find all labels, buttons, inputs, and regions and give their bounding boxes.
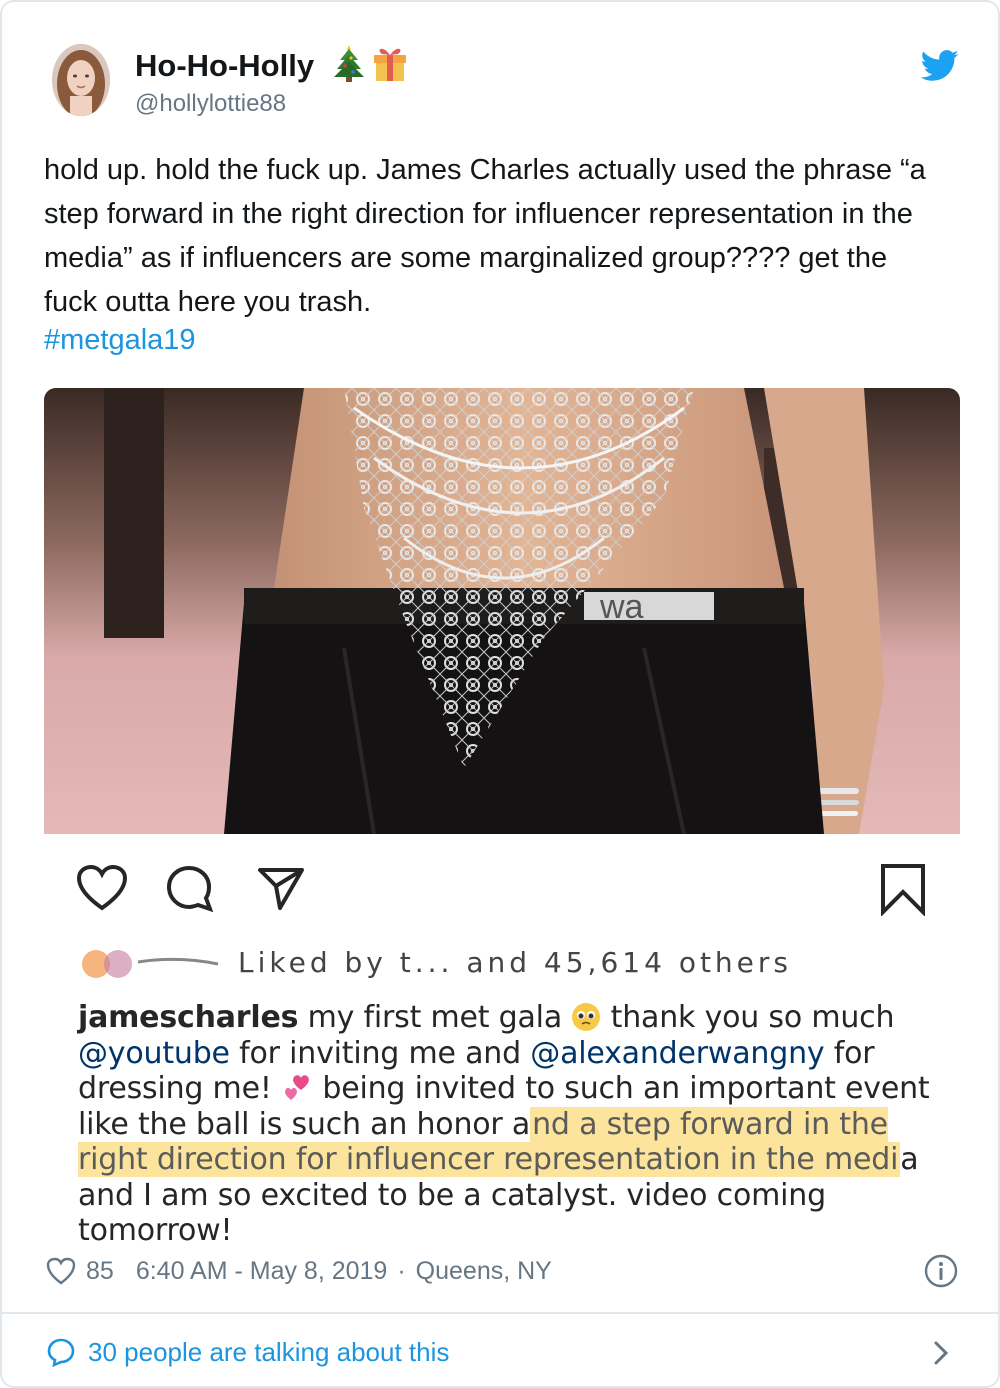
caption-part2: thank you so much	[601, 1000, 895, 1035]
caption-part1: my first met gala	[298, 1000, 572, 1035]
tweet-photo[interactable]: wa	[44, 388, 960, 834]
belt-logo-text: wa	[599, 588, 644, 626]
conversation-link[interactable]: 30 people are talking about this	[46, 1332, 449, 1372]
comment-icon[interactable]	[164, 864, 214, 912]
footer-divider	[2, 1312, 998, 1314]
pleading-face-emoji-icon	[572, 1003, 601, 1031]
like-heart-icon[interactable]	[46, 1257, 76, 1285]
info-icon[interactable]	[924, 1254, 958, 1288]
heart-icon[interactable]	[76, 864, 128, 912]
twitter-bird-icon[interactable]	[920, 50, 960, 82]
caption-part3: for inviting me and	[229, 1035, 531, 1071]
caption-mention-alexanderwangny[interactable]: @alexanderwangny	[530, 1036, 824, 1071]
bookmark-icon[interactable]	[878, 862, 928, 916]
meta-separator: ·	[397, 1256, 406, 1285]
two-hearts-emoji-icon	[285, 1075, 309, 1100]
hashtag-link[interactable]: #metgala19	[44, 324, 196, 357]
gift-icon	[374, 48, 406, 81]
tweet-card: Ho-Ho-Holly @hollylottie88 hold up. hold…	[0, 0, 1000, 1388]
tweet-meta-row: 85 6:40 AM - May 8, 2019 · Queens, NY	[46, 1254, 552, 1288]
liked-by-cropped-text: Liked by t... and 45,614 others	[82, 946, 788, 979]
like-count[interactable]: 85	[86, 1257, 114, 1286]
author-display-name[interactable]: Ho-Ho-Holly	[135, 48, 314, 84]
christmas-tree-icon	[334, 45, 364, 82]
post-caption: jamescharles my first met gala thank you…	[78, 1000, 938, 1249]
tweet-text: hold up. hold the fuck up. James Charles…	[44, 154, 926, 318]
liked-by-text: Liked by t... and 45,614 others	[238, 946, 788, 978]
author-avatar[interactable]	[52, 44, 110, 116]
chevron-right-icon[interactable]	[928, 1338, 954, 1368]
author-emojis	[332, 42, 410, 82]
caption-mention-youtube[interactable]: @youtube	[78, 1036, 230, 1071]
conversation-label[interactable]: 30 people are talking about this	[88, 1337, 449, 1368]
chat-bubble-icon	[47, 1338, 75, 1367]
embedded-instagram-post: Liked by t... and 45,614 others jamescha…	[44, 834, 960, 1248]
liked-by-row: Liked by t... and 45,614 others	[78, 942, 798, 979]
caption-username[interactable]: jamescharles	[78, 1000, 298, 1035]
share-icon[interactable]	[256, 866, 306, 912]
author-handle[interactable]: @hollylottie88	[135, 90, 286, 118]
tweet-timestamp[interactable]: 6:40 AM - May 8, 2019	[136, 1257, 388, 1286]
tweet-location[interactable]: Queens, NY	[416, 1257, 552, 1286]
